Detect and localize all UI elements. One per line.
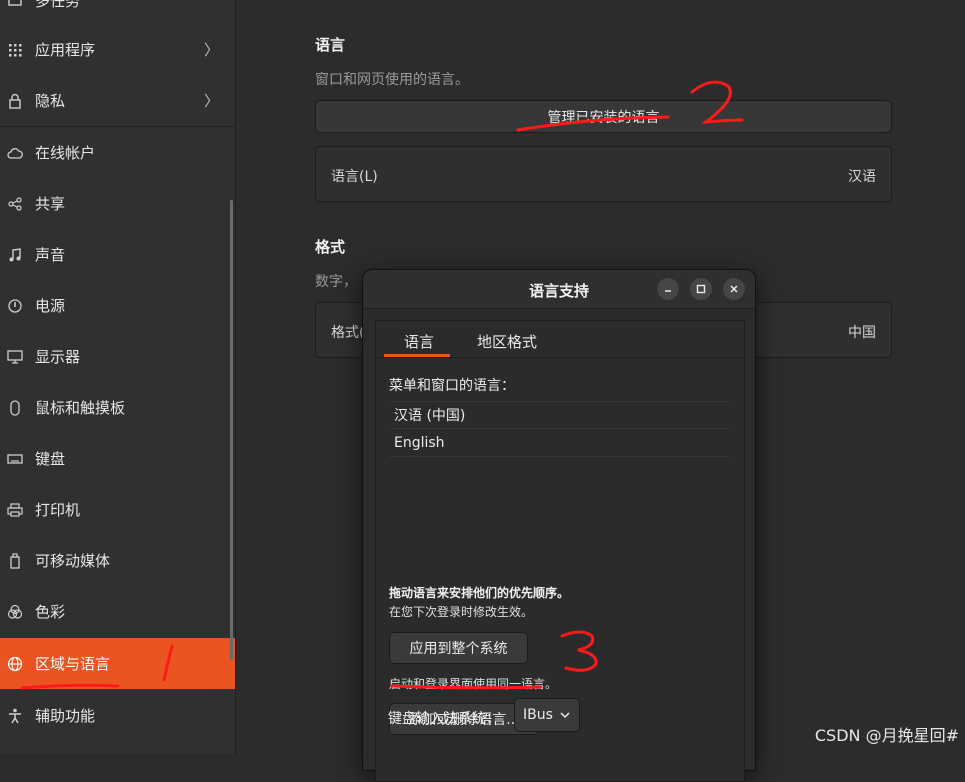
sidebar-item-label: 打印机 xyxy=(35,501,81,519)
music-note-icon xyxy=(7,247,23,263)
printer-icon xyxy=(7,502,23,518)
mouse-icon xyxy=(7,399,23,416)
sidebar-item-privacy[interactable]: 隐私 〉 xyxy=(0,75,235,126)
sidebar-item-label: 色彩 xyxy=(35,603,66,621)
chevron-right-icon: 〉 xyxy=(203,41,219,59)
format-section-title: 格式 xyxy=(315,238,346,256)
sidebar-item-apps[interactable]: 应用程序 〉 xyxy=(0,24,235,75)
format-section-description: 数字， xyxy=(315,274,357,290)
apply-system-wide-button[interactable]: 应用到整个系统 xyxy=(389,632,528,664)
language-section-description: 窗口和网页使用的语言。 xyxy=(315,72,469,88)
sidebar-item-label: 声音 xyxy=(35,246,66,264)
select-value: IBus xyxy=(523,707,553,723)
sidebar-item-power[interactable]: 电源 xyxy=(0,280,235,331)
sidebar-item-sound[interactable]: 声音 xyxy=(0,229,235,280)
settings-sidebar: 多任务 应用程序 〉 隐私 〉 在线帐户 共享 声音 电源 显示器 鼠标和触摸板… xyxy=(0,0,236,754)
sidebar-item-keyboard[interactable]: 键盘 xyxy=(0,433,235,484)
sidebar-item-label: 电源 xyxy=(35,297,66,315)
manage-installed-languages-button[interactable]: 管理已安装的语言 xyxy=(315,100,892,133)
sidebar-item-label: 辅助功能 xyxy=(35,707,96,725)
sidebar-item-printers[interactable]: 打印机 xyxy=(0,484,235,535)
language-section-title: 语言 xyxy=(315,36,346,54)
close-icon xyxy=(730,285,738,293)
sidebar-item-label: 隐私 xyxy=(35,92,66,110)
format-row-value: 中国 xyxy=(848,325,876,341)
sidebar-item-label: 区域与语言 xyxy=(35,655,111,673)
sidebar-item-label: 在线帐户 xyxy=(35,144,96,162)
sidebar-item-online-accounts[interactable]: 在线帐户 xyxy=(0,127,235,178)
login-screen-hint: 启动和登录界面使用同一语言。 xyxy=(389,677,558,691)
cloud-icon xyxy=(7,145,23,161)
sidebar-item-label: 鼠标和触摸板 xyxy=(35,399,126,417)
removable-media-icon xyxy=(7,552,23,569)
sidebar-item-label: 键盘 xyxy=(35,450,66,468)
power-icon xyxy=(7,298,23,314)
chevron-down-icon xyxy=(560,712,570,719)
language-support-dialog: 语言支持 语言 地区格式 菜单和窗口的语言： 汉语 (中国) English 拖… xyxy=(362,269,756,782)
share-icon xyxy=(7,196,23,212)
keyboard-input-method-label: 键盘输入法系统： xyxy=(388,711,500,727)
sidebar-item-accessibility[interactable]: 辅助功能 xyxy=(0,690,235,741)
language-row[interactable]: 语言(L) 汉语 xyxy=(315,146,892,202)
format-row-label: 格式( xyxy=(331,325,365,341)
globe-icon xyxy=(7,656,23,672)
sidebar-item-label: 多任务 xyxy=(35,0,81,10)
keyboard-input-method-select[interactable]: IBus xyxy=(514,698,580,732)
next-login-hint: 在您下次登录时修改生效。 xyxy=(389,605,534,619)
dialog-header: 语言支持 xyxy=(363,270,755,309)
sidebar-item-label: 可移动媒体 xyxy=(35,552,111,570)
display-icon xyxy=(7,349,23,365)
minimize-button[interactable] xyxy=(657,278,679,300)
sidebar-item-region-language[interactable]: 区域与语言 xyxy=(0,638,235,689)
maximize-button[interactable] xyxy=(690,278,712,300)
apps-grid-icon xyxy=(7,42,23,58)
language-row-label: 语言(L) xyxy=(331,169,378,185)
language-list: 汉语 (中国) English xyxy=(389,401,729,509)
sidebar-item-displays[interactable]: 显示器 xyxy=(0,331,235,382)
sidebar-item-label: 显示器 xyxy=(35,348,81,366)
sidebar-item-color[interactable]: 色彩 xyxy=(0,586,235,637)
tab-regional-formats[interactable]: 地区格式 xyxy=(477,331,537,352)
list-item[interactable]: English xyxy=(389,429,729,457)
language-row-value: 汉语 xyxy=(848,169,876,185)
sidebar-item-removable-media[interactable]: 可移动媒体 xyxy=(0,535,235,586)
keyboard-icon xyxy=(7,451,23,467)
sidebar-item-multitasking[interactable]: 多任务 xyxy=(0,0,235,26)
sidebar-item-label: 共享 xyxy=(35,195,66,213)
maximize-icon xyxy=(696,284,706,294)
tab-language[interactable]: 语言 xyxy=(404,331,434,352)
accessibility-icon xyxy=(7,708,23,724)
minimize-icon xyxy=(665,290,671,292)
color-icon xyxy=(7,604,23,620)
sidebar-item-mouse[interactable]: 鼠标和触摸板 xyxy=(0,382,235,433)
lock-icon xyxy=(7,93,23,109)
sidebar-scrollbar[interactable] xyxy=(230,200,233,660)
tab-divider xyxy=(376,357,744,358)
multitasking-icon xyxy=(7,0,23,9)
sidebar-item-sharing[interactable]: 共享 xyxy=(0,178,235,229)
close-button[interactable] xyxy=(723,278,745,300)
drag-order-hint: 拖动语言来安排他们的优先顺序。 xyxy=(389,586,570,600)
menu-window-language-label: 菜单和窗口的语言： xyxy=(389,378,515,394)
list-item[interactable]: 汉语 (中国) xyxy=(389,401,729,429)
chevron-right-icon: 〉 xyxy=(203,92,219,110)
sidebar-item-label: 应用程序 xyxy=(35,41,96,59)
watermark: CSDN @月挽星回# xyxy=(814,726,959,745)
